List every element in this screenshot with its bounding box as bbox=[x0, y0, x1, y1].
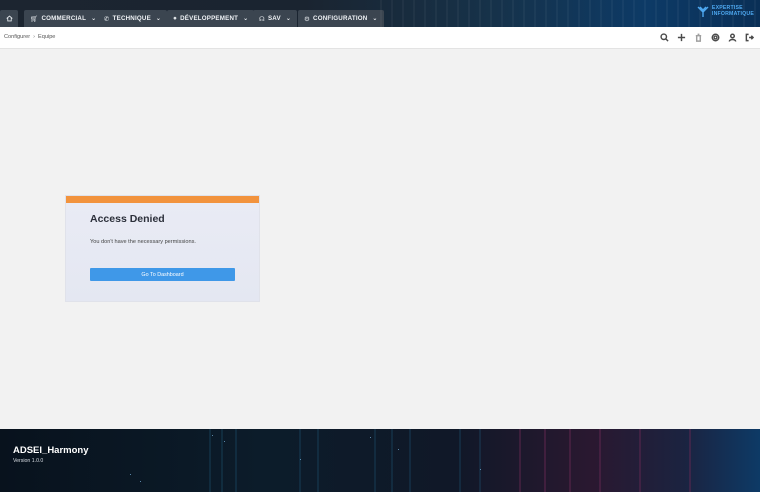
chevron-down-icon: ⌄ bbox=[91, 16, 97, 22]
trash-icon bbox=[695, 33, 701, 42]
access-denied-message: You don't have the necessary permissions… bbox=[90, 239, 196, 245]
plus-icon bbox=[677, 33, 685, 41]
nav-configuration-label: CONFIGURATION bbox=[313, 15, 368, 22]
nav-sav-label: SAV bbox=[267, 15, 281, 22]
search-icon bbox=[659, 32, 669, 42]
user-icon bbox=[728, 32, 736, 42]
nav-commercial-label: COMMERCIAL bbox=[41, 15, 87, 22]
footer-version: Version 1.0.0 bbox=[13, 458, 44, 464]
headset-icon: ☊ bbox=[259, 15, 265, 23]
apple-icon: ● bbox=[173, 15, 178, 22]
cart-icon: 🛒︎ bbox=[30, 15, 39, 23]
nav-sav[interactable]: ☊ SAV ⌄ bbox=[253, 10, 298, 27]
phone-icon: ✆ bbox=[104, 15, 110, 23]
footer: ADSEI_Harmony Version 1.0.0 bbox=[0, 429, 760, 492]
home-icon bbox=[5, 15, 13, 22]
home-button[interactable] bbox=[0, 10, 18, 27]
access-denied-title: Access Denied bbox=[90, 213, 165, 225]
company-logo[interactable]: EXPERTISE INFORMATIQUE bbox=[697, 6, 754, 18]
chevron-down-icon: ⌄ bbox=[285, 16, 292, 22]
chevron-down-icon: ⌄ bbox=[372, 16, 378, 22]
breadcrumb: Configurer › Equipe bbox=[4, 34, 55, 40]
chevron-down-icon: ⌄ bbox=[155, 16, 162, 22]
chevron-right-icon: › bbox=[33, 34, 35, 40]
add-button[interactable] bbox=[676, 32, 686, 42]
toolbar bbox=[659, 32, 754, 42]
logo-mark-icon bbox=[697, 6, 709, 17]
nav-configuration[interactable]: ⚙︎ CONFIGURATION ⌄ bbox=[298, 10, 384, 27]
footer-app-title: ADSEI_Harmony bbox=[13, 445, 89, 456]
settings-button[interactable] bbox=[710, 32, 720, 42]
chevron-down-icon: ⌄ bbox=[243, 16, 249, 22]
nav-technique[interactable]: ✆ TECHNIQUE ⌄ bbox=[98, 10, 168, 27]
logout-button[interactable] bbox=[744, 32, 754, 42]
main-content: Access Denied You don't have the necessa… bbox=[0, 49, 760, 429]
go-to-dashboard-button[interactable]: Go To Dashboard bbox=[90, 268, 235, 281]
nav-commercial[interactable]: 🛒︎ COMMERCIAL ⌄ bbox=[24, 10, 103, 27]
nav-developpement-label: DÉVELOPPEMENT bbox=[180, 15, 239, 22]
breadcrumb-item-equipe: Equipe bbox=[38, 34, 56, 40]
delete-button[interactable] bbox=[693, 32, 703, 42]
settings-icon: ⚙︎ bbox=[304, 15, 311, 23]
nav-developpement[interactable]: ● DÉVELOPPEMENT ⌄ bbox=[167, 10, 255, 27]
breadcrumb-item-configurer[interactable]: Configurer bbox=[4, 34, 30, 40]
user-button[interactable] bbox=[727, 32, 737, 42]
gear-icon bbox=[711, 33, 719, 41]
logout-icon bbox=[745, 33, 754, 41]
footer-background-image bbox=[0, 429, 760, 492]
search-button[interactable] bbox=[659, 32, 669, 42]
nav-technique-label: TECHNIQUE bbox=[112, 15, 151, 22]
top-nav-bar: 🛒︎ COMMERCIAL ⌄ ✆ TECHNIQUE ⌄ ● DÉVELOPP… bbox=[0, 0, 760, 27]
access-denied-card: Access Denied You don't have the necessa… bbox=[66, 196, 259, 301]
breadcrumb-bar: Configurer › Equipe bbox=[0, 27, 760, 49]
logo-line-2: INFORMATIQUE bbox=[711, 11, 754, 17]
